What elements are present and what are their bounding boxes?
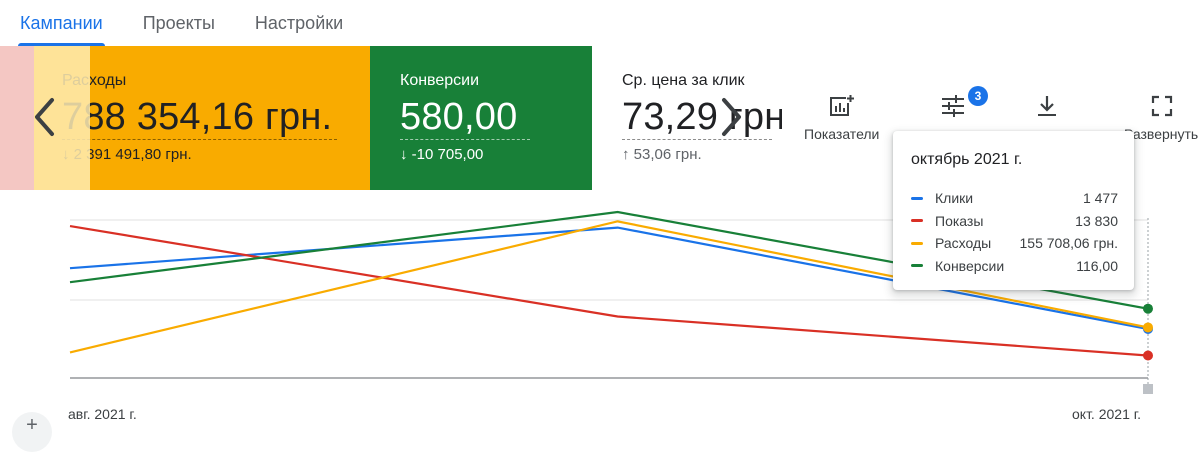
scorecard-value: 580,00	[400, 96, 518, 138]
scorecard-label: Ср. цена за клик	[622, 72, 745, 89]
series-point-Показы[interactable]	[1143, 350, 1153, 361]
download-icon	[1038, 96, 1056, 116]
download-button[interactable]	[1034, 94, 1060, 118]
scorecard-conversions[interactable]: Конверсии 580,00 ↓ -10 705,00	[370, 46, 592, 190]
tooltip-row: Клики 1 477	[911, 187, 1118, 210]
series-point-Конверсии[interactable]	[1143, 303, 1153, 314]
arrow-up-icon: ↑	[622, 146, 634, 163]
metrics-button[interactable]: Показатели	[804, 94, 879, 142]
hover-handle[interactable]	[1143, 384, 1153, 394]
chart-tooltip: октябрь 2021 г. Клики 1 477 Показы 13 830 Ра…	[893, 131, 1134, 290]
tab-campaigns[interactable]: Кампании	[18, 0, 105, 46]
tooltip-series-name: Клики	[935, 190, 974, 207]
tooltip-series-value: 116,00	[1076, 257, 1118, 274]
x-tick-label: авг. 2021 г.	[68, 406, 137, 422]
scorecard-value: 73,29 грн	[622, 96, 782, 138]
scorecard-delta: ↓ -10 705,00	[400, 146, 592, 163]
tooltip-row: Расходы 155 708,06 грн.	[911, 232, 1118, 255]
series-swatch	[911, 241, 923, 245]
tune-icon	[942, 95, 964, 117]
tooltip-title: октябрь 2021 г.	[911, 151, 1023, 168]
scorecard-label: Конверсии	[400, 72, 480, 89]
series-swatch	[911, 219, 923, 223]
filters-count-badge: 3	[968, 86, 988, 106]
scorecard-delta-value: -10 705,00	[411, 146, 484, 163]
tooltip-row: Конверсии 116,00	[911, 255, 1118, 278]
add-fab-button[interactable]: +	[12, 412, 52, 452]
series-point-Расходы[interactable]	[1143, 322, 1153, 333]
scroll-left-button[interactable]	[28, 92, 62, 142]
series-swatch	[911, 196, 923, 200]
top-tabs: Кампании Проекты Настройки	[0, 0, 1200, 46]
fullscreen-icon	[1152, 95, 1173, 117]
scorecard-value: 788 354,16 грн.	[62, 96, 333, 138]
scorecard-cpc[interactable]: Ср. цена за клик 73,29 грн ↑ 53,06 грн.	[592, 46, 788, 190]
add-chart-icon	[829, 94, 855, 116]
scorecard-delta-value: 53,06 грн.	[633, 146, 702, 163]
tooltip-row: Показы 13 830	[911, 210, 1118, 233]
tab-projects[interactable]: Проекты	[143, 0, 215, 46]
scorecard-delta: ↓ 2 391 491,80 грн.	[62, 146, 370, 163]
scorecard-delta-value: 2 391 491,80 грн.	[73, 146, 192, 163]
expand-button[interactable]: Развернуть	[1124, 94, 1199, 142]
adjust-filters-button[interactable]: 3	[940, 86, 988, 118]
series-swatch	[911, 264, 923, 268]
metrics-label: Показатели	[804, 126, 880, 142]
tooltip-series-value: 155 708,06 грн.	[1019, 235, 1118, 252]
scorecard-divider	[400, 139, 530, 140]
tooltip-series-value: 13 830	[1075, 212, 1118, 229]
expand-label: Развернуть	[1124, 126, 1199, 142]
plus-icon: +	[26, 414, 38, 436]
scorecard-label: Расходы	[62, 72, 127, 89]
scroll-right-button[interactable]	[714, 92, 748, 142]
x-tick-label: окт. 2021 г.	[1072, 406, 1142, 422]
tab-settings[interactable]: Настройки	[255, 0, 343, 46]
tooltip-series-name: Конверсии	[935, 257, 1005, 274]
scorecard-divider	[622, 139, 772, 140]
tooltip-series-name: Показы	[935, 212, 984, 229]
chevron-right-icon	[722, 98, 741, 136]
chevron-left-icon	[35, 98, 54, 136]
tooltip-series-name: Расходы	[935, 235, 992, 252]
tooltip-series-value: 1 477	[1082, 190, 1118, 207]
scorecard-delta: ↑ 53,06 грн.	[622, 146, 788, 163]
arrow-down-icon: ↓	[400, 146, 412, 163]
scorecard-divider	[62, 139, 337, 140]
